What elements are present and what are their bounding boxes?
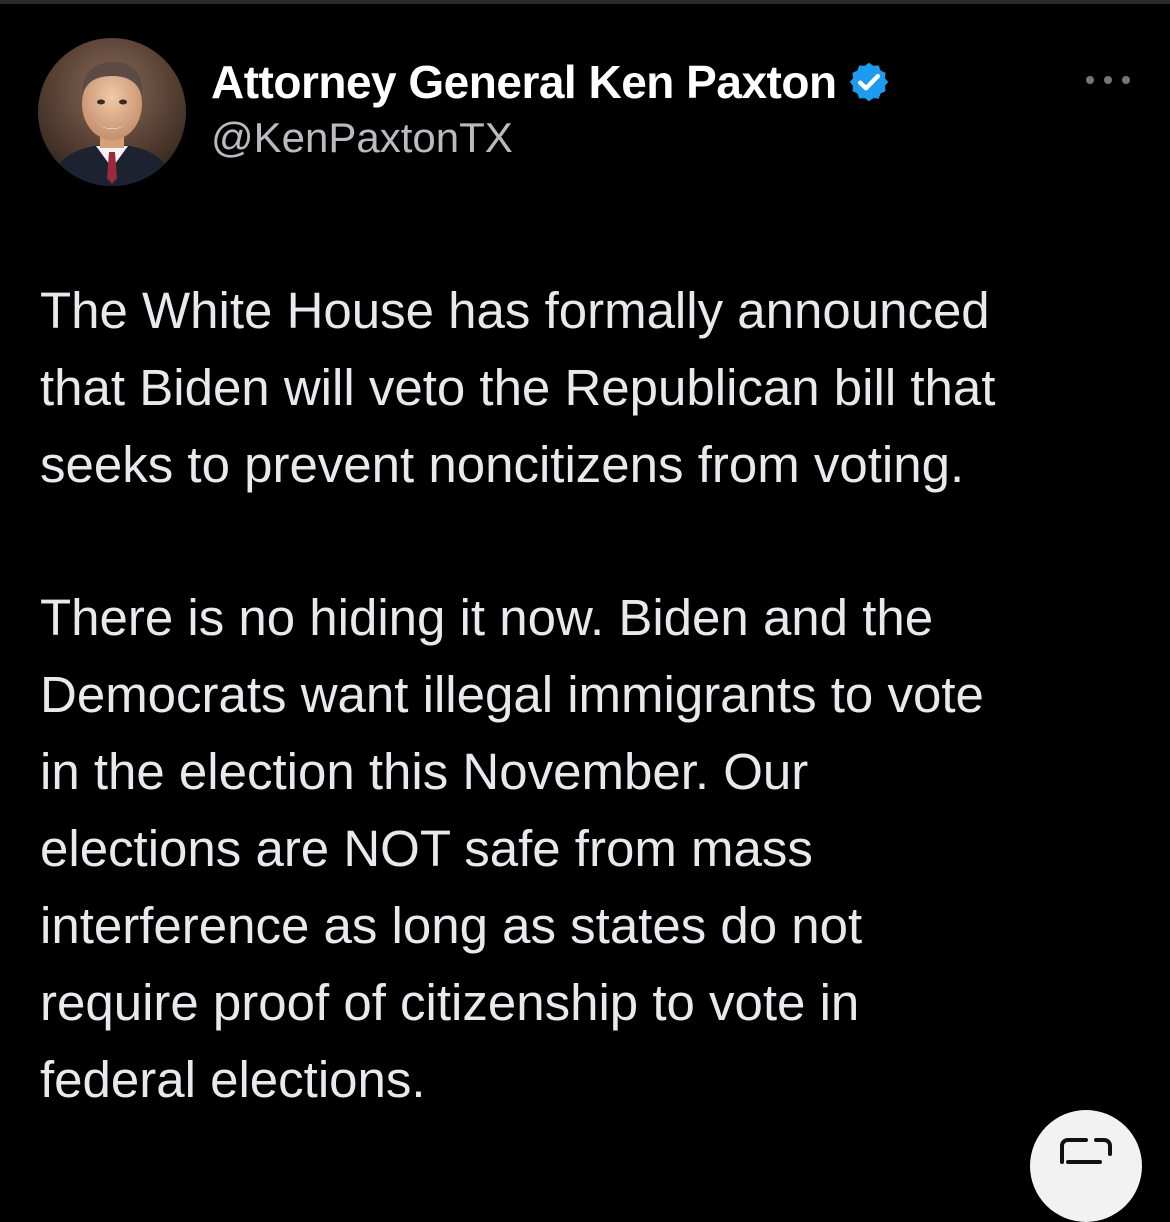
- screen-capture-button[interactable]: [1030, 1110, 1142, 1222]
- more-horizontal-icon: [1122, 76, 1130, 84]
- author-handle[interactable]: @KenPaxtonTX: [211, 114, 971, 162]
- more-horizontal-icon: [1104, 76, 1112, 84]
- tweet-header: Attorney General Ken Paxton @KenPaxtonTX: [211, 52, 971, 162]
- name-row: Attorney General Ken Paxton: [211, 52, 971, 112]
- tweet-paragraph: There is no hiding it now. Biden and the…: [40, 589, 984, 1108]
- verified-badge-icon[interactable]: [847, 60, 891, 104]
- tweet-body: The White House has formally announced t…: [40, 272, 1140, 1118]
- avatar-photo-icon: [38, 38, 186, 186]
- more-options-button[interactable]: [1086, 72, 1130, 88]
- more-horizontal-icon: [1086, 76, 1094, 84]
- author-display-name[interactable]: Attorney General Ken Paxton: [211, 55, 837, 109]
- tweet-card: Attorney General Ken Paxton @KenPaxtonTX…: [0, 0, 1170, 1222]
- tweet-paragraph: The White House has formally announced t…: [40, 282, 996, 493]
- author-avatar[interactable]: [38, 38, 186, 186]
